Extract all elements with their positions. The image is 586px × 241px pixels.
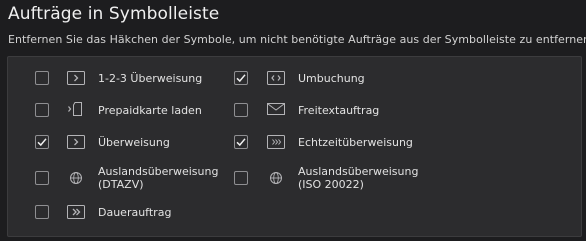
- item-label-line1: Auslandsüberweisung: [98, 165, 219, 178]
- checkbox-auslandsueberweisung-dtazv[interactable]: [35, 171, 49, 185]
- page-subtitle: Entfernen Sie das Häkchen der Symbole, u…: [8, 33, 586, 46]
- item-label-echtzeitueberweisung: Echtzeitüberweisung: [298, 136, 413, 149]
- envelope-icon: [267, 102, 285, 116]
- chevron-box-icon: [67, 71, 85, 85]
- item-label-line2: (DTAZV): [98, 178, 144, 191]
- item-label-umbuchung: Umbuchung: [298, 72, 365, 85]
- item-label-freitextauftrag: Freitextauftrag: [298, 104, 380, 117]
- checkbox-ueberweisung[interactable]: [35, 135, 49, 149]
- item-label-auslandsueberweisung-dtazv: Auslandsüberweisung (DTAZV): [98, 165, 218, 191]
- page-title: Aufträge in Symbolleiste: [8, 4, 220, 24]
- item-label-prepaidkarte-laden: Prepaidkarte laden: [98, 104, 202, 117]
- checkbox-freitextauftrag[interactable]: [234, 103, 248, 117]
- checkbox-dauerauftrag[interactable]: [35, 205, 49, 219]
- item-label-ueberweisung: Überweisung: [98, 136, 170, 149]
- item-label-line2: (ISO 20022): [298, 178, 364, 191]
- checkbox-prepaidkarte-laden[interactable]: [35, 103, 49, 117]
- prepaid-card-icon: [67, 102, 85, 116]
- checkbox-1-2-3-ueberweisung[interactable]: [35, 71, 49, 85]
- globe-icon: [67, 171, 85, 185]
- item-label-dauerauftrag: Dauerauftrag: [98, 206, 172, 219]
- chevron-box-icon: [67, 135, 85, 149]
- checkbox-echtzeitueberweisung[interactable]: [234, 135, 248, 149]
- checkbox-umbuchung[interactable]: [234, 71, 248, 85]
- checkbox-auslandsueberweisung-iso20022[interactable]: [234, 171, 248, 185]
- toolbar-orders-panel: 1-2-3 Überweisung Umbuchung Prepaidkarte…: [7, 56, 582, 237]
- item-label-line1: Auslandsüberweisung: [298, 165, 419, 178]
- fast-forward-box-icon: [267, 135, 285, 149]
- item-label-auslandsueberweisung-iso20022: Auslandsüberweisung (ISO 20022): [298, 165, 418, 191]
- double-chevron-box-icon: [67, 205, 85, 219]
- code-brackets-box-icon: [267, 71, 285, 85]
- item-label-1-2-3-ueberweisung: 1-2-3 Überweisung: [98, 72, 203, 85]
- globe-icon: [267, 171, 285, 185]
